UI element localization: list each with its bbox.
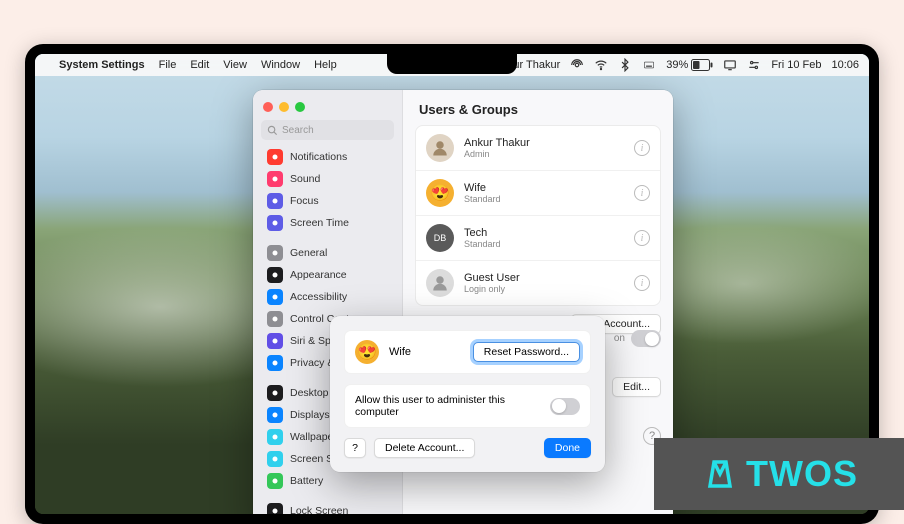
sidebar-icon: [267, 385, 283, 401]
user-role: Standard: [464, 239, 624, 249]
user-row[interactable]: Guest User Login only i: [416, 261, 660, 305]
sidebar-item-label: Battery: [290, 475, 323, 487]
watermark: TWOS: [654, 438, 904, 510]
info-icon[interactable]: i: [634, 140, 650, 156]
sidebar-item-notifications[interactable]: Notifications: [257, 146, 398, 168]
sidebar-item-label: Accessibility: [290, 291, 347, 303]
sidebar-item-general[interactable]: General: [257, 242, 398, 264]
sidebar-item-label: Screen Time: [290, 217, 349, 229]
avatar: DB: [426, 224, 454, 252]
toggle-on-label: on: [614, 333, 625, 344]
sidebar-item-label: Focus: [290, 195, 319, 207]
sidebar-item-screen-time[interactable]: Screen Time: [257, 212, 398, 234]
zoom-button[interactable]: [295, 102, 305, 112]
sidebar-item-battery[interactable]: Battery: [257, 470, 398, 492]
sidebar-icon: [267, 333, 283, 349]
watermark-text: TWOS: [746, 453, 858, 495]
modal-user-name: Wife: [389, 346, 463, 358]
panel-title: Users & Groups: [403, 90, 673, 125]
avatar: [426, 269, 454, 297]
sidebar-item-lock-screen[interactable]: Lock Screen: [257, 500, 398, 514]
avatar: 😍: [426, 179, 454, 207]
sidebar-item-focus[interactable]: Focus: [257, 190, 398, 212]
screen-mirror-icon[interactable]: [723, 58, 737, 72]
user-name: Ankur Thakur: [464, 137, 624, 149]
guest-toggle[interactable]: [631, 330, 661, 347]
delete-account-button[interactable]: Delete Account...: [374, 438, 475, 458]
sidebar-item-label: General: [290, 247, 327, 259]
sidebar-icon: [267, 473, 283, 489]
wifi-icon[interactable]: [594, 58, 608, 72]
user-name: Guest User: [464, 272, 624, 284]
menu-file[interactable]: File: [159, 59, 177, 71]
info-icon[interactable]: i: [634, 275, 650, 291]
user-list: Ankur Thakur Admin i 😍 Wife Standard i: [415, 125, 661, 306]
user-role: Standard: [464, 194, 624, 204]
sidebar-icon: [267, 215, 283, 231]
battery-percent: 39%: [666, 59, 688, 71]
battery-status[interactable]: 39%: [666, 59, 713, 71]
keyboard-icon[interactable]: [642, 58, 656, 72]
info-icon[interactable]: i: [634, 185, 650, 201]
close-button[interactable]: [263, 102, 273, 112]
sidebar-icon: [267, 289, 283, 305]
reset-password-button[interactable]: Reset Password...: [473, 342, 580, 362]
admin-toggle-label: Allow this user to administer this compu…: [355, 394, 540, 418]
sidebar-icon: [267, 193, 283, 209]
window-controls: [253, 94, 402, 116]
user-name: Wife: [464, 182, 624, 194]
sidebar-item-label: Displays: [290, 409, 330, 421]
sidebar-item-sound[interactable]: Sound: [257, 168, 398, 190]
sidebar-icon: [267, 503, 283, 514]
avatar: 😍: [355, 340, 379, 364]
search-icon: [267, 125, 278, 136]
user-row[interactable]: Ankur Thakur Admin i: [416, 126, 660, 171]
menubar-date[interactable]: Fri 10 Feb: [771, 59, 821, 71]
help-button[interactable]: ?: [344, 438, 366, 458]
sidebar-item-accessibility[interactable]: Accessibility: [257, 286, 398, 308]
sidebar-icon: [267, 355, 283, 371]
minimize-button[interactable]: [279, 102, 289, 112]
menu-window[interactable]: Window: [261, 59, 300, 71]
search-placeholder: Search: [282, 125, 314, 136]
sidebar-icon: [267, 149, 283, 165]
sidebar-item-appearance[interactable]: Appearance: [257, 264, 398, 286]
menu-view[interactable]: View: [223, 59, 247, 71]
sidebar-item-label: Appearance: [290, 269, 347, 281]
admin-toggle[interactable]: [550, 398, 580, 415]
menu-edit[interactable]: Edit: [190, 59, 209, 71]
sidebar-item-label: Notifications: [290, 151, 347, 163]
sidebar-icon: [267, 311, 283, 327]
user-edit-sheet: 😍 Wife Reset Password... Allow this user…: [330, 316, 605, 472]
info-icon[interactable]: i: [634, 230, 650, 246]
bluetooth-icon[interactable]: [618, 58, 632, 72]
sidebar-item-label: Sound: [290, 173, 320, 185]
user-role: Admin: [464, 149, 624, 159]
search-input[interactable]: Search: [261, 120, 394, 140]
control-center-icon[interactable]: [747, 58, 761, 72]
user-row[interactable]: DB Tech Standard i: [416, 216, 660, 261]
user-row[interactable]: 😍 Wife Standard i: [416, 171, 660, 216]
airdrop-icon[interactable]: [570, 58, 584, 72]
watermark-logo-icon: [700, 454, 740, 494]
sidebar-icon: [267, 245, 283, 261]
sidebar-icon: [267, 171, 283, 187]
sidebar-icon: [267, 451, 283, 467]
app-name[interactable]: System Settings: [59, 59, 145, 71]
sidebar-icon: [267, 407, 283, 423]
done-button[interactable]: Done: [544, 438, 591, 458]
edit-button[interactable]: Edit...: [612, 377, 661, 397]
avatar: [426, 134, 454, 162]
menubar-time[interactable]: 10:06: [831, 59, 859, 71]
notch: [387, 54, 517, 74]
menu-help[interactable]: Help: [314, 59, 337, 71]
user-role: Login only: [464, 284, 624, 294]
sidebar-icon: [267, 429, 283, 445]
user-name: Tech: [464, 227, 624, 239]
sidebar-icon: [267, 267, 283, 283]
